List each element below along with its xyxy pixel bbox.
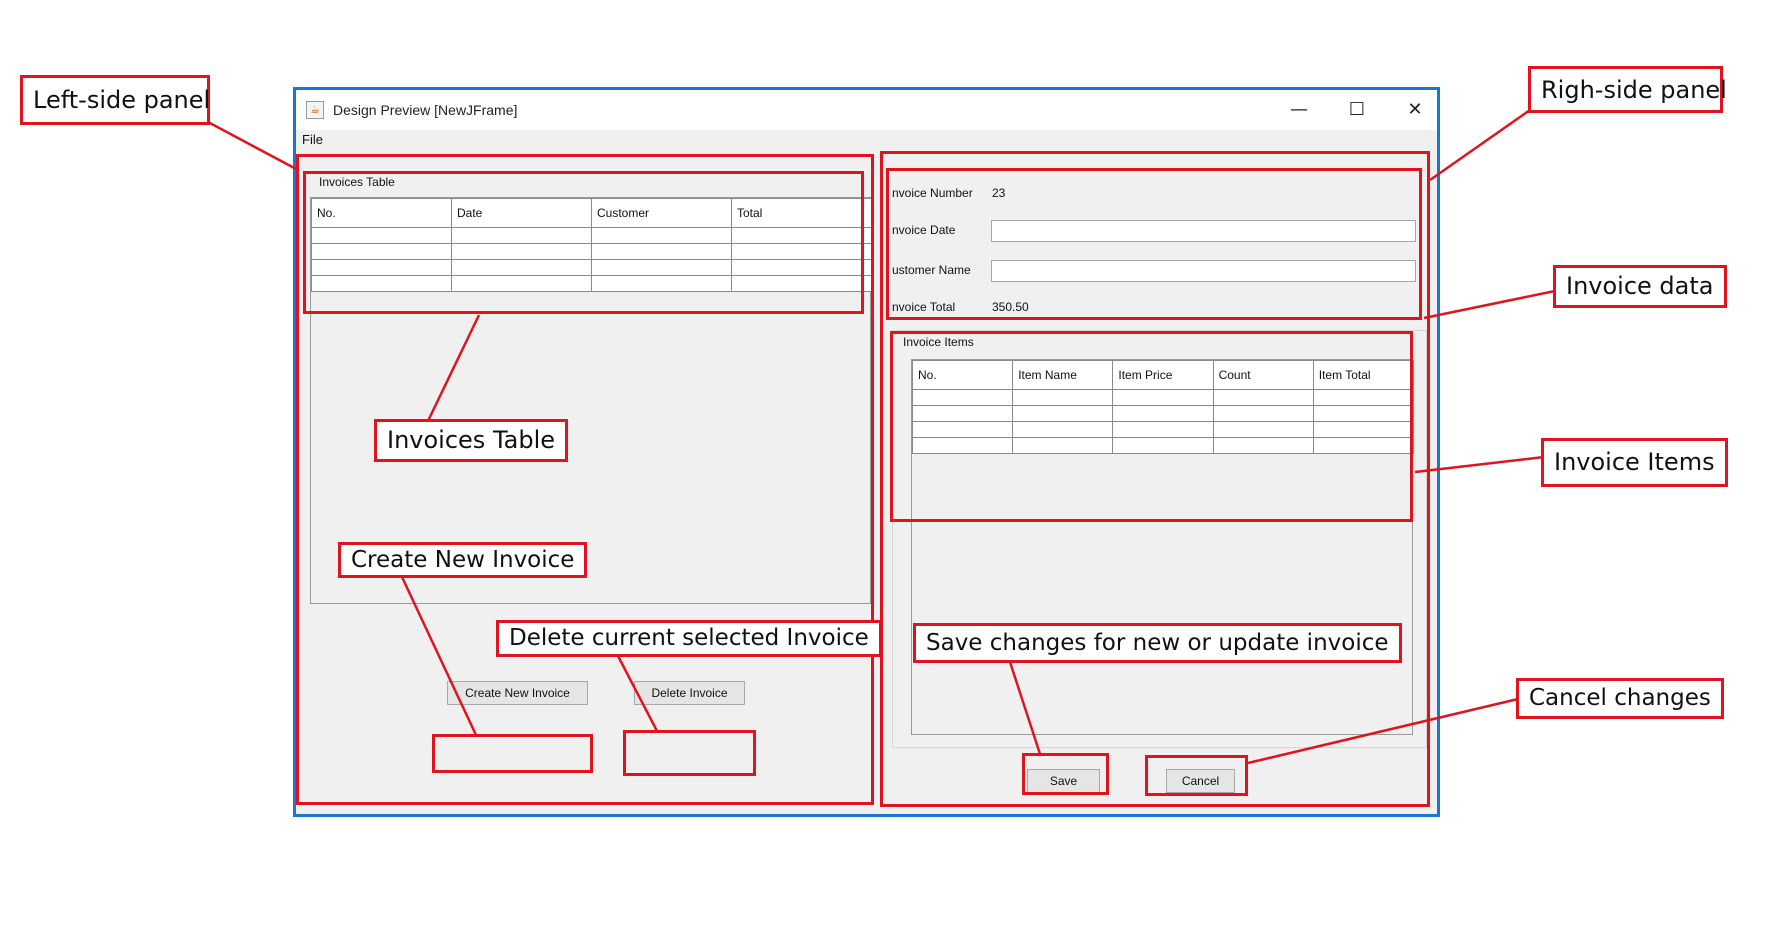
callout-invoice-items: Invoice Items xyxy=(1541,438,1728,487)
callout-invoices-table: Invoices Table xyxy=(374,419,568,462)
callout-save-changes: Save changes for new or update invoice xyxy=(913,623,1402,663)
annotation-connectors xyxy=(207,108,1556,765)
callout-cancel-changes: Cancel changes xyxy=(1516,678,1724,719)
callout-delete-invoice: Delete current selected Invoice xyxy=(496,620,882,657)
callout-left-side-panel: Left-side panel xyxy=(20,75,210,125)
callout-right-side-panel: Righ-side panel xyxy=(1528,66,1727,113)
callout-create-new-invoice: Create New Invoice xyxy=(338,542,588,578)
callout-invoice-data: Invoice data xyxy=(1553,265,1727,308)
